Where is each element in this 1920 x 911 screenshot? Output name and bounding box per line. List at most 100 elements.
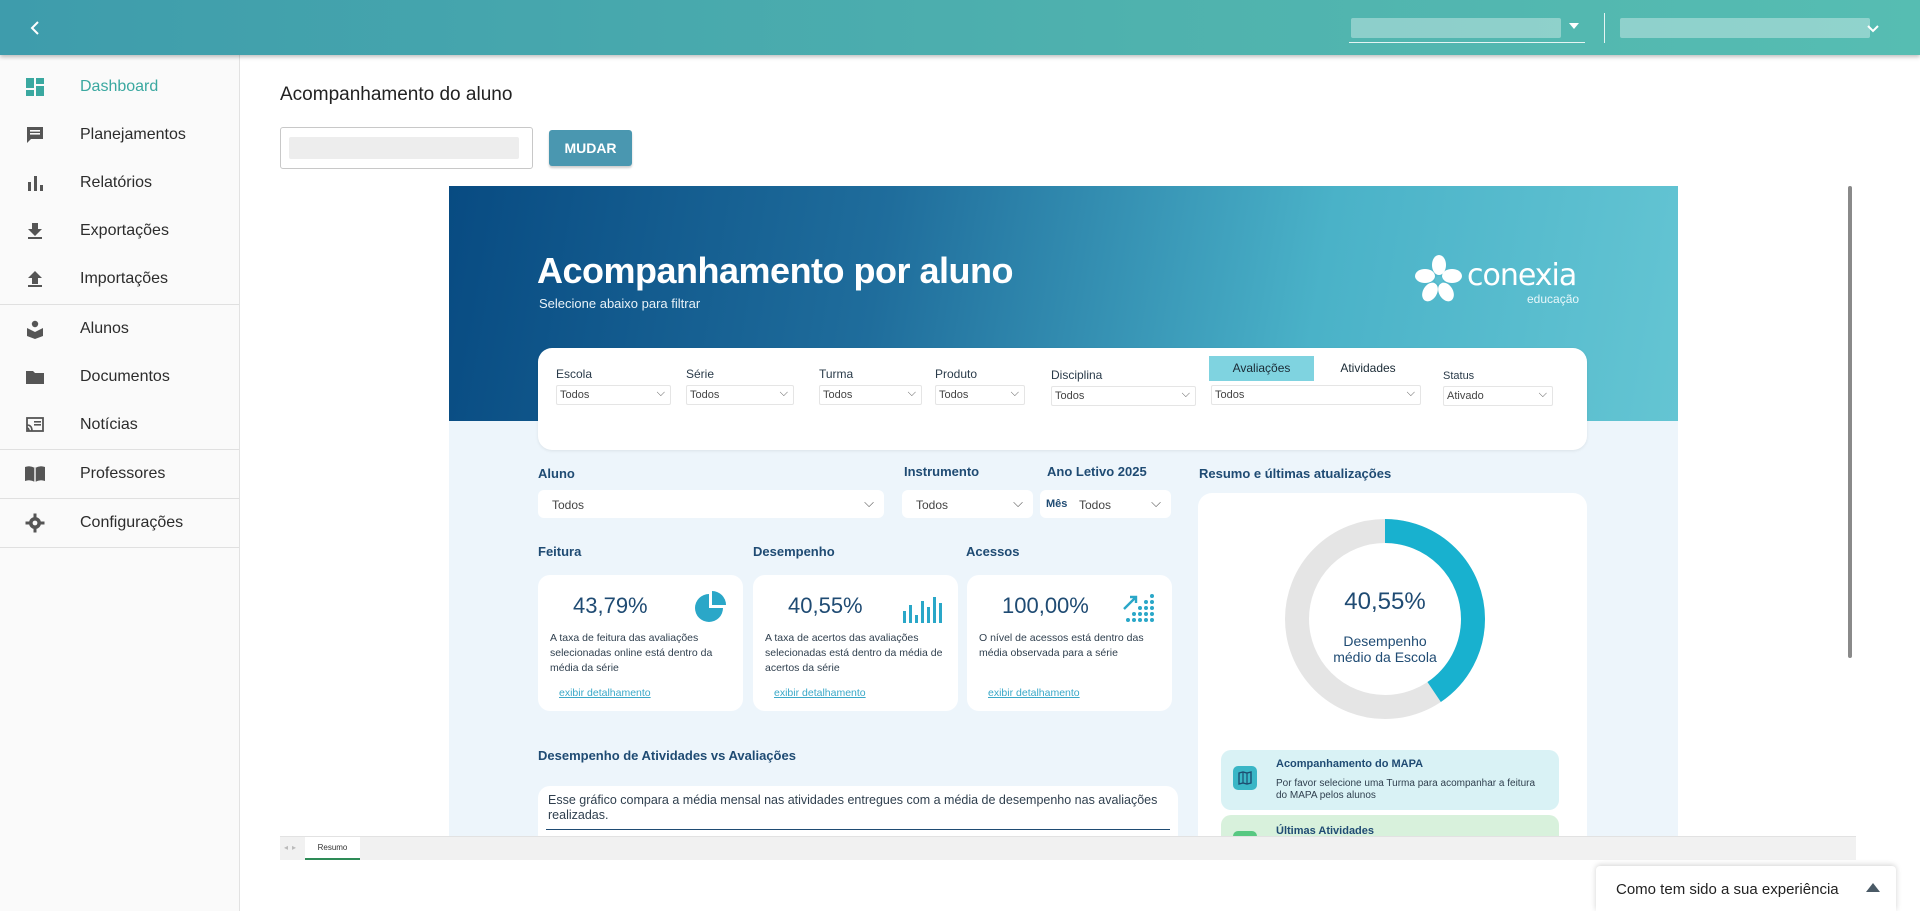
sheet-nav-arrows-icon[interactable]: ◂▸: [284, 843, 300, 852]
school-icon: [24, 319, 46, 339]
instrumento-select[interactable]: Todos ⌵: [902, 490, 1033, 518]
resumo-label: Resumo e últimas atualizações: [1199, 466, 1392, 481]
chevron-down-icon: ⌵: [1406, 387, 1415, 399]
upload-icon: [24, 269, 46, 289]
select-value: Ativado: [1447, 390, 1484, 402]
cast-icon: [24, 415, 46, 435]
sidebar-divider: [0, 547, 239, 548]
donut-value: 40,55%: [1344, 588, 1426, 615]
bar-chart-icon: [24, 173, 46, 193]
tab-atividades[interactable]: Atividades: [1328, 356, 1408, 381]
sidebar-item-relatorios[interactable]: Relatórios: [0, 159, 239, 207]
chevron-down-icon: ⌵: [1010, 387, 1019, 399]
aluno-label: Aluno: [538, 466, 575, 481]
kpi-detail-link[interactable]: exibir detalhamento: [559, 687, 651, 699]
sidebar-item-exportacoes[interactable]: Exportações: [0, 207, 239, 255]
select-value: Todos: [552, 498, 585, 512]
chevron-down-icon: [1867, 25, 1879, 33]
tab-avaliacoes[interactable]: Avaliações: [1209, 356, 1314, 381]
kpi-description: A taxa de acertos das avaliações selecio…: [765, 632, 943, 674]
sidebar-item-dashboard[interactable]: Dashboard: [0, 63, 239, 111]
sidebar-item-label: Documentos: [80, 368, 170, 385]
chevron-down-icon: ⌵: [1151, 495, 1161, 510]
sidebar-item-label: Configurações: [80, 514, 184, 531]
filter-label: Turma: [819, 367, 854, 381]
back-button[interactable]: [22, 14, 50, 42]
chevron-left-icon: [30, 21, 39, 35]
gear-icon: [24, 513, 46, 533]
kpi-description: O nível de acessos está dentro das média…: [979, 632, 1144, 659]
turma-select[interactable]: Todos ⌵: [819, 385, 922, 405]
dashboard-icon: [24, 77, 46, 97]
chart-section-title: Desempenho de Atividades vs Avaliações: [538, 748, 796, 763]
report-frame: Acompanhamento por aluno Selecione abaix…: [449, 186, 1678, 836]
chevron-down-icon: ⌵: [864, 495, 874, 510]
instrumento-label: Instrumento: [904, 464, 980, 479]
filter-produto: Produto Todos ⌵: [935, 367, 1025, 405]
escola-select[interactable]: Todos ⌵: [556, 385, 671, 405]
top-app-bar: [0, 0, 1920, 55]
feedback-widget[interactable]: Como tem sido a sua experiência: [1596, 866, 1896, 911]
mapa-panel: Acompanhamento do MAPA Por favor selecio…: [1221, 750, 1559, 810]
feedback-text: Como tem sido a sua experiência: [1616, 881, 1839, 898]
chevron-down-icon: ⌵: [1013, 495, 1023, 510]
sidebar-item-configuracoes[interactable]: Configurações: [0, 499, 239, 547]
map-icon: [1233, 766, 1257, 790]
school-select[interactable]: [1349, 15, 1585, 43]
desempenho-label: Desempenho: [753, 544, 835, 559]
mes-select[interactable]: Mês Todos ⌵: [1040, 490, 1171, 518]
user-menu[interactable]: [1620, 15, 1880, 43]
ultimas-atividades-title: Últimas Atividades: [1276, 825, 1375, 836]
chevron-down-icon: ⌵: [907, 387, 916, 399]
kpi-value: 100,00%: [1002, 593, 1089, 618]
acessos-label: Acessos: [966, 544, 1020, 559]
sidebar-item-label: Exportações: [80, 222, 169, 239]
aluno-select[interactable]: Todos ⌵: [538, 490, 884, 518]
select-value: Todos: [823, 389, 853, 401]
filter-disciplina: Disciplina Todos ⌵: [1051, 368, 1196, 406]
school-select-value: [1351, 18, 1561, 38]
donut-label-line1: Desempenho: [1343, 633, 1427, 649]
student-input[interactable]: [280, 127, 533, 169]
filter-escola: Escola Todos ⌵: [556, 367, 671, 405]
sidebar-item-label: Alunos: [80, 320, 129, 337]
sidebar-item-professores[interactable]: Professores: [0, 450, 239, 498]
filter-panel: Escola Todos ⌵ Série Todos ⌵ Turma Todos ⌵ …: [538, 348, 1587, 450]
select-value: Todos: [1055, 390, 1085, 402]
tipo-select[interactable]: Todos ⌵: [1211, 385, 1421, 405]
sheet-tab-resumo[interactable]: Resumo: [305, 837, 360, 860]
kpi-card-desempenho: 40,55% A taxa de acertos das avaliações …: [753, 575, 958, 711]
vertical-scrollbar[interactable]: [1848, 186, 1852, 658]
caret-down-icon: [1569, 23, 1579, 29]
filter-serie: Série Todos ⌵: [686, 367, 794, 405]
serie-select[interactable]: Todos ⌵: [686, 385, 794, 405]
produto-select[interactable]: Todos ⌵: [935, 385, 1025, 405]
filter-label: Disciplina: [1051, 368, 1103, 382]
sidebar-item-alunos[interactable]: Alunos: [0, 305, 239, 353]
mapa-title: Acompanhamento do MAPA: [1276, 758, 1424, 770]
chevron-down-icon: ⌵: [1538, 388, 1547, 400]
status-select[interactable]: Ativado ⌵: [1443, 386, 1553, 406]
donut-chart: [1285, 519, 1485, 719]
sidebar-item-planejamentos[interactable]: Planejamentos: [0, 111, 239, 159]
change-student-button[interactable]: MUDAR: [549, 130, 632, 166]
bar-chart-icon: [903, 597, 942, 623]
kpi-detail-link[interactable]: exibir detalhamento: [774, 687, 866, 699]
kpi-value: 40,55%: [788, 593, 863, 618]
page-title: Acompanhamento do aluno: [280, 84, 513, 105]
pie-chart-icon: [695, 591, 726, 622]
ano-letivo-label: Ano Letivo 2025: [1047, 464, 1147, 479]
download-icon: [24, 221, 46, 241]
chart-description-card: Esse gráfico compara a média mensal nas …: [538, 786, 1178, 836]
sidebar-item-label: Notícias: [80, 416, 138, 433]
select-value: Todos: [560, 389, 590, 401]
chat-icon: [24, 125, 46, 145]
chevron-down-icon: ⌵: [1181, 388, 1190, 400]
disciplina-select[interactable]: Todos ⌵: [1051, 386, 1196, 406]
sidebar-item-noticias[interactable]: Notícias: [0, 401, 239, 449]
kpi-detail-link[interactable]: exibir detalhamento: [988, 687, 1080, 699]
folder-icon: [24, 367, 46, 387]
sidebar-item-documentos[interactable]: Documentos: [0, 353, 239, 401]
sidebar: Dashboard Planejamentos Relatórios Expor…: [0, 55, 240, 911]
sidebar-item-importacoes[interactable]: Importações: [0, 255, 239, 303]
